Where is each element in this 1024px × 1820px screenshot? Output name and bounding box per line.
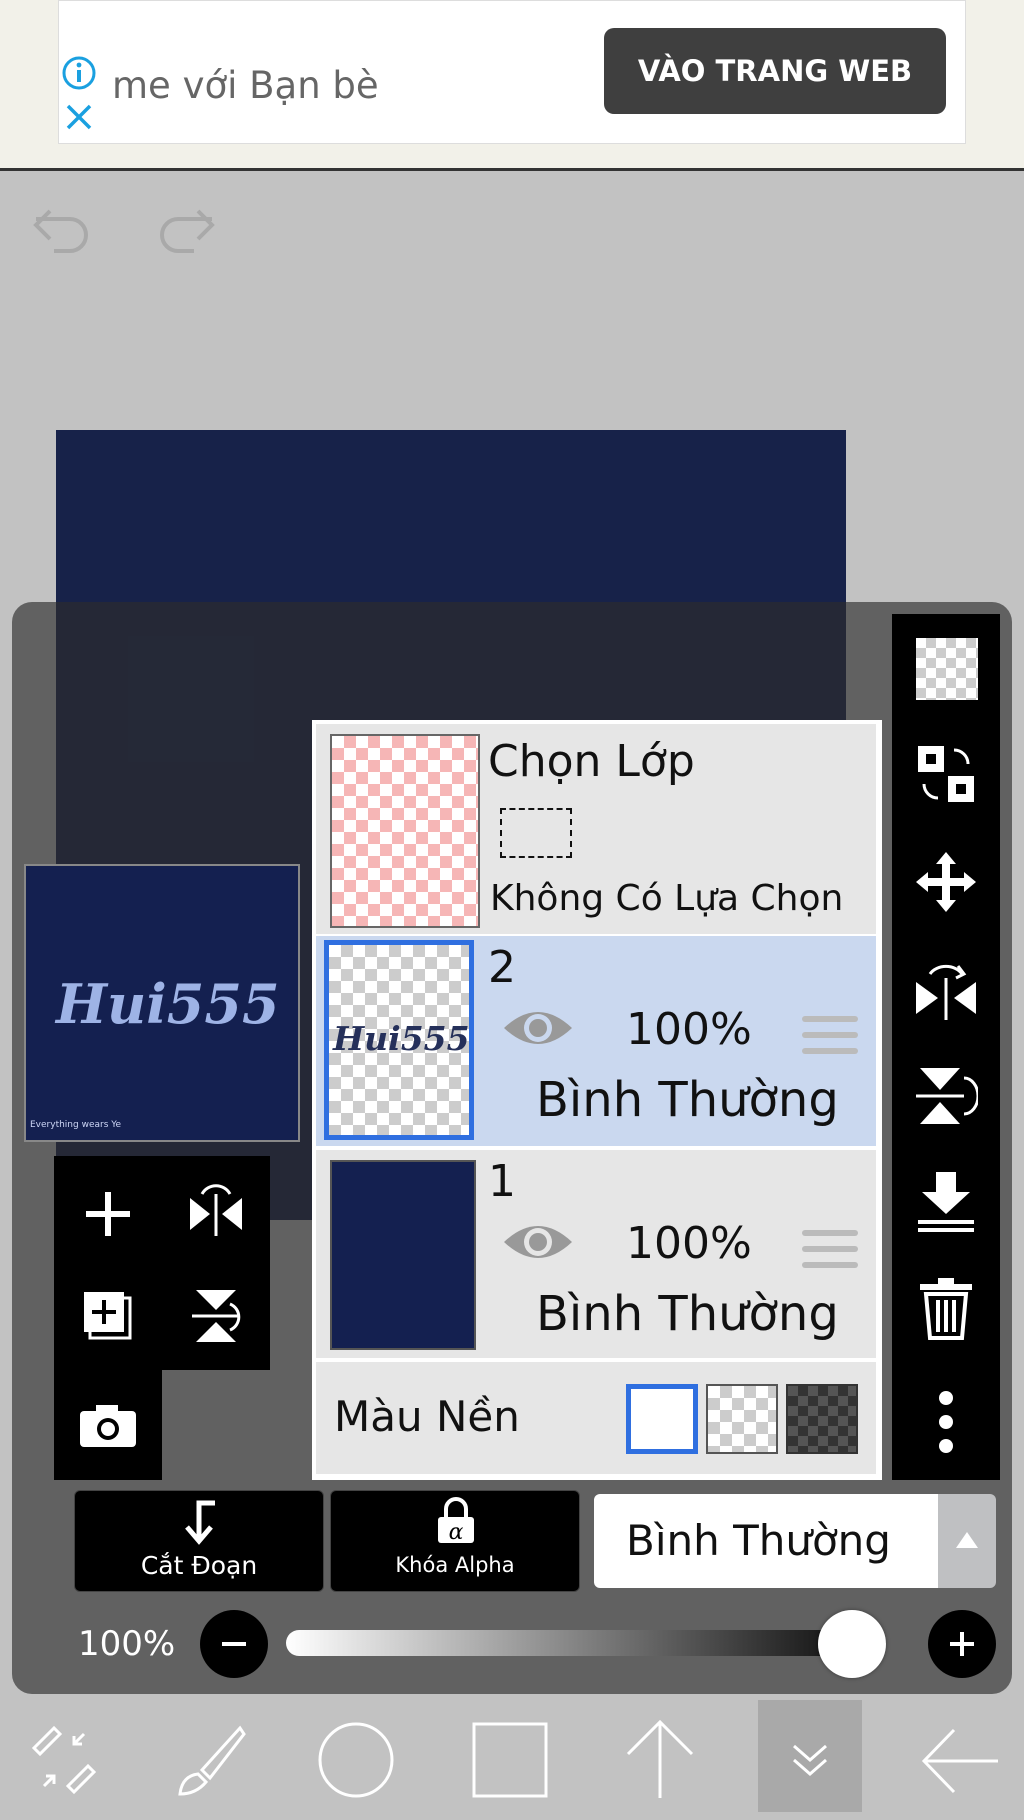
undo-icon[interactable] bbox=[30, 205, 94, 257]
brush-icon[interactable] bbox=[168, 1720, 248, 1800]
add-copy-layer-icon bbox=[84, 1292, 132, 1340]
layers-tab-button[interactable] bbox=[758, 1700, 862, 1812]
layer-list: Chọn Lớp Không Có Lựa Chọn Hui555 2 100%… bbox=[312, 720, 882, 1480]
clipping-label: Cắt Đoạn bbox=[140, 1551, 258, 1580]
flip-h-rotate-icon[interactable] bbox=[914, 958, 978, 1022]
visibility-eye-icon[interactable] bbox=[500, 1002, 576, 1054]
add-layer-button[interactable] bbox=[80, 1186, 136, 1242]
selection-marquee-icon bbox=[500, 808, 572, 858]
flip-horizontal-button[interactable] bbox=[186, 1184, 246, 1244]
plus-icon bbox=[950, 1632, 974, 1656]
redo-icon[interactable] bbox=[154, 205, 218, 257]
alpha-lock-icon: α bbox=[438, 1497, 474, 1545]
clip-arrow-icon bbox=[185, 1500, 215, 1545]
layer-2-thumb-text: Hui555 bbox=[333, 1019, 470, 1058]
delete-icon[interactable] bbox=[918, 1276, 974, 1340]
canvas-preview[interactable]: Hui555 Everything wears Ye bbox=[24, 864, 300, 1142]
background-dark-option[interactable] bbox=[786, 1384, 858, 1454]
square-icon[interactable] bbox=[470, 1720, 550, 1800]
arrow-left-icon[interactable] bbox=[918, 1726, 1002, 1796]
bottom-navigation bbox=[0, 1700, 1024, 1820]
right-toolbar bbox=[892, 614, 1000, 1480]
layer-1-thumbnail bbox=[330, 1160, 476, 1350]
svg-text:α: α bbox=[449, 1520, 464, 1545]
background-color-row: Màu Nền bbox=[316, 1362, 876, 1474]
opacity-slider-track[interactable] bbox=[286, 1630, 886, 1656]
visit-website-button[interactable]: VÀO TRANG WEB bbox=[604, 28, 946, 114]
chevron-down-icon bbox=[793, 1744, 827, 1776]
opacity-slider-thumb[interactable] bbox=[818, 1610, 886, 1678]
more-icon[interactable] bbox=[936, 1390, 956, 1454]
layer-2-thumbnail: Hui555 bbox=[324, 940, 474, 1140]
background-transparent-option[interactable] bbox=[706, 1384, 778, 1454]
add-copy-layer-button[interactable] bbox=[80, 1288, 136, 1344]
flip-horizontal-icon bbox=[190, 1184, 242, 1236]
merge-down-icon[interactable] bbox=[914, 1170, 978, 1234]
flip-vertical-icon bbox=[192, 1290, 241, 1342]
layer-1-name: 1 bbox=[488, 1156, 516, 1207]
blend-mode-dropdown[interactable] bbox=[938, 1494, 996, 1588]
circle-icon[interactable] bbox=[316, 1720, 396, 1800]
blend-mode-select[interactable]: Bình Thường bbox=[594, 1494, 938, 1588]
swap-icon[interactable] bbox=[914, 742, 978, 806]
info-icon[interactable] bbox=[62, 56, 96, 90]
camera-button[interactable] bbox=[54, 1370, 162, 1480]
triangle-up-icon bbox=[956, 1532, 978, 1548]
flip-v-rotate-icon[interactable] bbox=[914, 1064, 978, 1128]
ad-text: me với Bạn bè bbox=[112, 64, 379, 107]
alpha-lock-button[interactable]: α Khóa Alpha bbox=[330, 1490, 580, 1592]
clipping-button[interactable]: Cắt Đoạn bbox=[74, 1490, 324, 1592]
background-label: Màu Nền bbox=[334, 1392, 520, 1441]
selection-layer-row[interactable]: Chọn Lớp Không Có Lựa Chọn bbox=[316, 724, 876, 934]
preview-artwork-text: Hui555 bbox=[56, 972, 280, 1036]
selection-title: Chọn Lớp bbox=[488, 736, 695, 787]
alpha-lock-label: Khóa Alpha bbox=[395, 1553, 515, 1577]
minus-icon bbox=[222, 1642, 246, 1646]
drag-handle-icon[interactable] bbox=[802, 1016, 858, 1060]
preview-credit: Everything wears Ye bbox=[30, 1120, 122, 1130]
layer-1-blend-mode: Bình Thường bbox=[536, 1286, 839, 1342]
arrow-up-icon[interactable] bbox=[620, 1718, 700, 1802]
drag-handle-icon[interactable] bbox=[802, 1230, 858, 1274]
layer-2-opacity: 100% bbox=[626, 1004, 752, 1055]
selection-thumbnail bbox=[330, 734, 480, 928]
blend-mode-value: Bình Thường bbox=[626, 1516, 891, 1565]
opacity-decrease-button[interactable] bbox=[200, 1610, 268, 1678]
flip-vertical-button[interactable] bbox=[186, 1286, 246, 1346]
add-layer-icon bbox=[86, 1192, 130, 1236]
move-icon[interactable] bbox=[914, 850, 978, 914]
background-white-option[interactable] bbox=[626, 1384, 698, 1454]
ad-banner: me với Bạn bè VÀO TRANG WEB bbox=[0, 0, 1024, 171]
transparency-icon[interactable] bbox=[916, 638, 978, 700]
transform-icon[interactable] bbox=[24, 1720, 104, 1800]
visibility-eye-icon[interactable] bbox=[500, 1216, 576, 1268]
selection-subtitle: Không Có Lựa Chọn bbox=[490, 878, 844, 919]
layer-row-1[interactable]: 1 100% Bình Thường bbox=[316, 1150, 876, 1358]
camera-icon bbox=[80, 1405, 136, 1447]
opacity-increase-button[interactable] bbox=[928, 1610, 996, 1678]
layer-2-name: 2 bbox=[488, 942, 516, 993]
opacity-label: 100% bbox=[78, 1624, 176, 1664]
close-icon[interactable] bbox=[64, 102, 94, 132]
layer-2-blend-mode: Bình Thường bbox=[536, 1072, 839, 1128]
layer-row-2[interactable]: Hui555 2 100% Bình Thường bbox=[316, 936, 876, 1146]
layer-1-opacity: 100% bbox=[626, 1218, 752, 1269]
